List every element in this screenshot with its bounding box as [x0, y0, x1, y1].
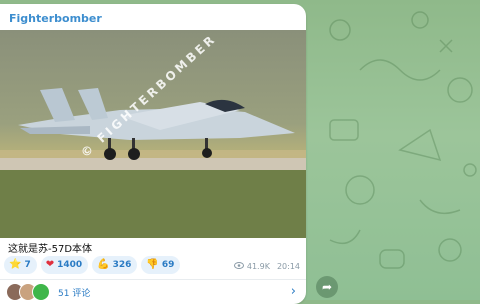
- reaction-heart[interactable]: ❤ 1400: [40, 256, 89, 274]
- comments-count-label: 51 评论: [58, 288, 91, 299]
- heart-icon: ❤: [45, 259, 55, 270]
- channel-name[interactable]: Fighterbomber: [9, 12, 102, 25]
- reactions-bar: ⭐ 7 ❤ 1400 💪 326 👎 69: [4, 256, 181, 274]
- reaction-flex[interactable]: 💪 326: [92, 256, 138, 274]
- share-button[interactable]: ➦: [316, 276, 338, 298]
- eye-icon: [233, 262, 244, 271]
- share-arrow-icon: ➦: [321, 280, 333, 294]
- chevron-right-icon: ›: [290, 284, 296, 299]
- reaction-count: 326: [112, 260, 132, 270]
- post-photo[interactable]: © FIGHTERBOMBER: [0, 30, 306, 238]
- post-caption: 这就是苏-57D本体: [8, 244, 93, 255]
- channel-post: Fighterbomber © FIGHTERBOMBER 这就是苏-57D本体…: [0, 4, 306, 304]
- avatar: [32, 283, 50, 301]
- reaction-count: 1400: [57, 260, 83, 270]
- reaction-count: 69: [161, 260, 175, 270]
- star-icon: ⭐: [9, 259, 22, 270]
- comments-link[interactable]: 51 评论 ›: [0, 280, 306, 304]
- view-count: 41.9K: [246, 262, 270, 271]
- reaction-thumbs-down[interactable]: 👎 69: [141, 256, 181, 274]
- commenter-avatars: [6, 283, 52, 301]
- post-time: 20:14: [276, 262, 300, 271]
- reaction-star[interactable]: ⭐ 7: [4, 256, 37, 274]
- reaction-count: 7: [24, 260, 31, 270]
- flex-icon: 💪: [97, 259, 110, 270]
- thumbs-down-icon: 👎: [146, 259, 159, 270]
- post-meta: 41.9K 20:14: [233, 262, 300, 271]
